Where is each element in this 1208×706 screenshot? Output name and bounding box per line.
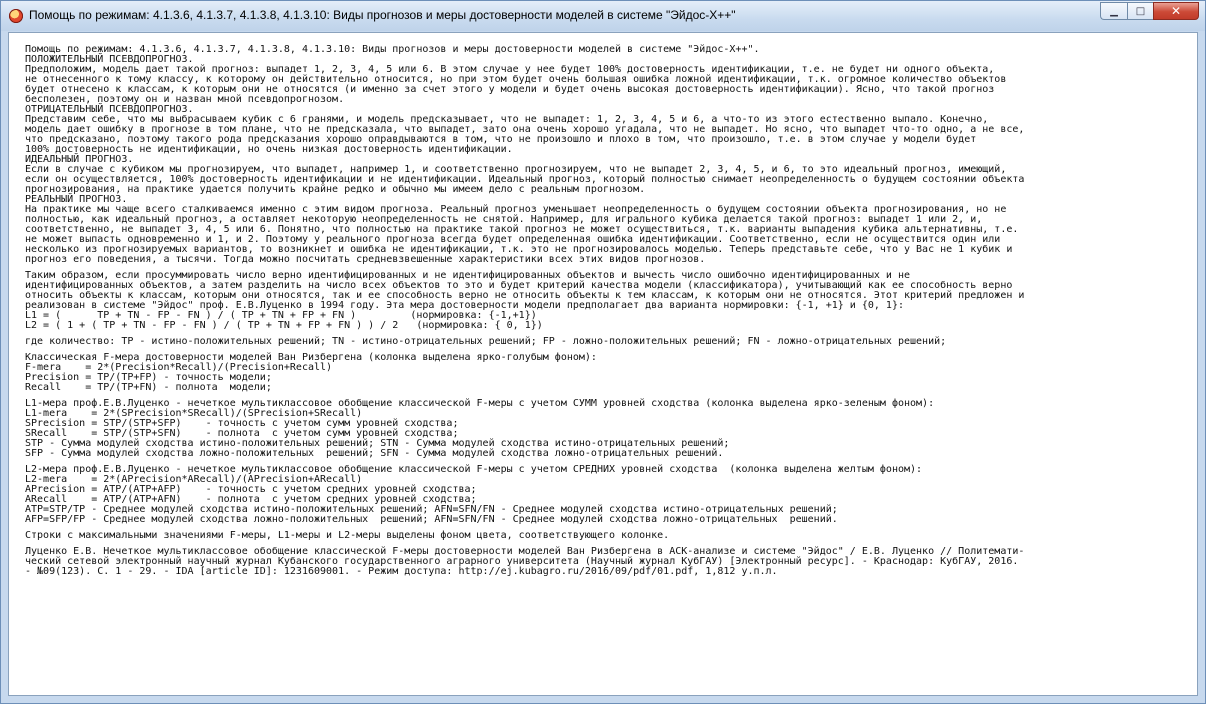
help-text-area[interactable]: Помощь по режимам: 4.1.3.6, 4.1.3.7, 4.1…	[8, 32, 1198, 696]
text-line: L2 = ( 1 + ( TP + TN - FP - FN ) / ( TP …	[25, 320, 543, 331]
minimize-button[interactable]: ▁	[1100, 2, 1127, 20]
text-line: бесполезен, поэтому он и назван мной псе…	[25, 94, 345, 105]
title-bar[interactable]: Помощь по режимам: 4.1.3.6, 4.1.3.7, 4.1…	[1, 1, 1205, 31]
text-line: AFP=SFP/FP - Среднее модулей сходства ло…	[25, 514, 838, 525]
minimize-icon: ▁	[1110, 5, 1118, 17]
text-line: Помощь по режимам: 4.1.3.6, 4.1.3.7, 4.1…	[25, 44, 760, 55]
help-text: Помощь по режимам: 4.1.3.6, 4.1.3.7, 4.1…	[25, 45, 1205, 577]
text-line: прогноз его поведения, а тысячи. Тогда м…	[25, 254, 706, 265]
close-button[interactable]: ✕	[1153, 2, 1199, 20]
text-line: прогнозирования, на практике удается пол…	[25, 184, 646, 195]
window-controls: ▁ □ ✕	[1100, 2, 1199, 20]
text-line: Строки с максимальными значениями F-меры…	[25, 530, 670, 541]
maximize-button[interactable]: □	[1127, 2, 1153, 20]
text-line: Recall = TP/(TP+FN) - полнота модели;	[25, 382, 272, 393]
text-line: где количество: TP - истино-положительны…	[25, 336, 947, 347]
help-window: Помощь по режимам: 4.1.3.6, 4.1.3.7, 4.1…	[0, 0, 1206, 704]
text-line: - №09(123). С. 1 - 29. - IDA [article ID…	[25, 566, 778, 577]
text-line: SFP - Сумма модулей сходства ложно-полож…	[25, 448, 724, 459]
app-icon	[9, 9, 23, 23]
close-icon: ✕	[1170, 4, 1182, 18]
window-title: Помощь по режимам: 4.1.3.6, 4.1.3.7, 4.1…	[29, 8, 736, 22]
maximize-icon: □	[1135, 5, 1146, 17]
text-line: 100% достоверность не идентификации, но …	[25, 144, 513, 155]
